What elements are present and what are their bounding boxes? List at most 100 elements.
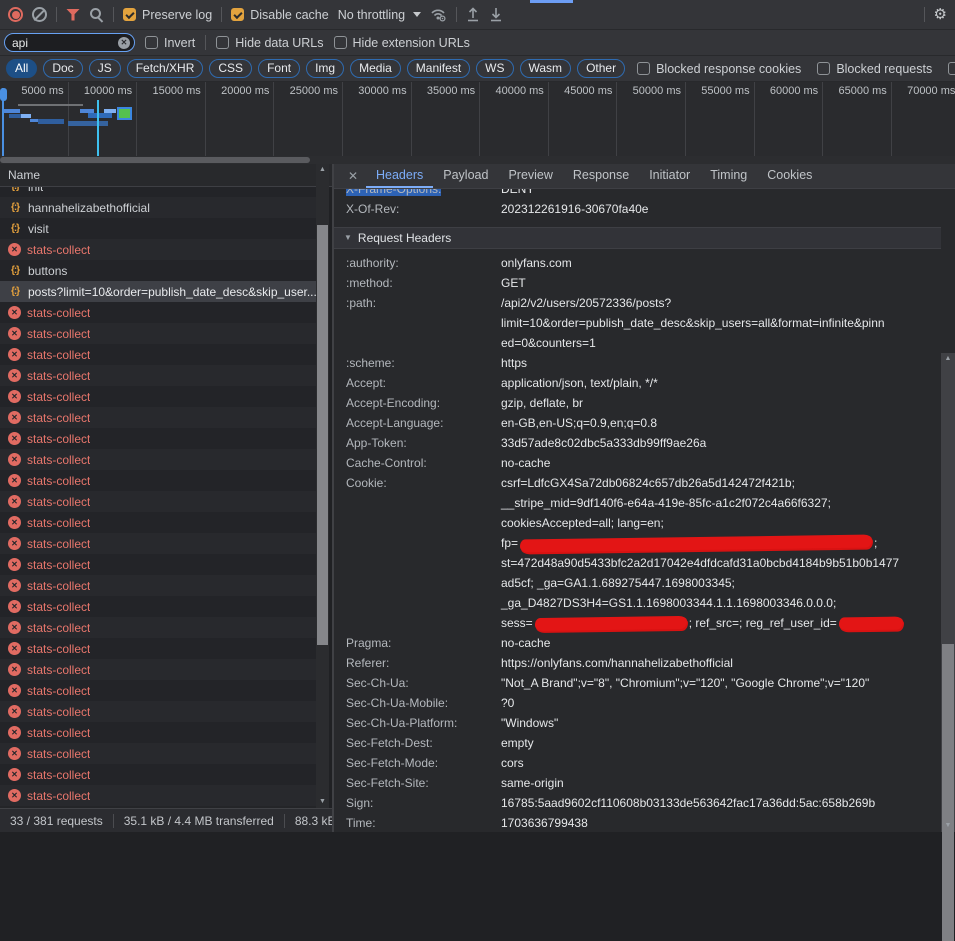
filter-pill-font[interactable]: Font — [258, 59, 300, 78]
request-row[interactable]: ✕stats-collect — [0, 659, 316, 680]
request-row[interactable]: ✕stats-collect — [0, 512, 316, 533]
search-icon[interactable] — [89, 7, 104, 22]
request-row[interactable]: ✕stats-collect — [0, 323, 316, 344]
header-row: Accept:application/json, text/plain, */* — [334, 373, 941, 393]
throttling-dropdown[interactable]: No throttling — [338, 8, 421, 22]
header-value-text: "Windows" — [501, 716, 558, 730]
filter-checkbox-blocked-response-cookies[interactable]: Blocked response cookies — [637, 62, 801, 76]
request-row[interactable]: ✕stats-collect — [0, 407, 316, 428]
filter-pill-manifest[interactable]: Manifest — [407, 59, 470, 78]
request-row[interactable]: {:}posts?limit=10&order=publish_date_des… — [0, 281, 316, 302]
tab-payload[interactable]: Payload — [433, 164, 498, 188]
request-row[interactable]: ✕stats-collect — [0, 785, 316, 806]
checkbox-label: Hide extension URLs — [353, 36, 470, 50]
filter-checkbox-invert[interactable]: Invert — [145, 36, 195, 50]
request-row[interactable]: ✕stats-collect — [0, 344, 316, 365]
filter-checkbox-3rd-party-requests[interactable]: 3rd-party requests — [948, 62, 955, 76]
request-row[interactable]: ✕stats-collect — [0, 680, 316, 701]
filter-checkbox-hide-extension-urls[interactable]: Hide extension URLs — [334, 36, 470, 50]
request-row[interactable]: ✕stats-collect — [0, 617, 316, 638]
details-scrollbar[interactable]: ▲ ▼ — [941, 353, 955, 832]
request-row[interactable]: ✕stats-collect — [0, 764, 316, 785]
preserve-log-checkbox[interactable]: Preserve log — [123, 8, 212, 22]
header-row: :method:GET — [334, 273, 941, 293]
request-row[interactable]: {:}init — [0, 187, 316, 197]
tab-initiator[interactable]: Initiator — [639, 164, 700, 188]
checkbox-box — [817, 62, 830, 75]
timeline-segment: 50000 ms — [617, 82, 686, 156]
timeline-segment: 65000 ms — [823, 82, 892, 156]
filter-pill-ws[interactable]: WS — [476, 59, 513, 78]
filter-pill-other[interactable]: Other — [577, 59, 625, 78]
waterfall-overview[interactable]: 5000 ms10000 ms15000 ms20000 ms25000 ms3… — [0, 82, 955, 156]
network-status-bar: 33 / 381 requests 35.1 kB / 4.4 MB trans… — [0, 808, 332, 832]
request-row[interactable]: ✕stats-collect — [0, 596, 316, 617]
filter-checkbox-blocked-requests[interactable]: Blocked requests — [817, 62, 932, 76]
filter-pill-js[interactable]: JS — [89, 59, 121, 78]
request-row[interactable]: ✕stats-collect — [0, 302, 316, 323]
request-row[interactable]: ✕stats-collect — [0, 239, 316, 260]
scroll-up-arrow[interactable]: ▲ — [316, 164, 329, 176]
tab-timing[interactable]: Timing — [700, 164, 757, 188]
request-row[interactable]: ✕stats-collect — [0, 365, 316, 386]
request-row[interactable]: ✕stats-collect — [0, 575, 316, 596]
filter-pill-doc[interactable]: Doc — [43, 59, 82, 78]
checkbox-box — [948, 62, 955, 75]
timeline-tick-label: 15000 ms — [152, 85, 200, 97]
filter-pill-fetch-xhr[interactable]: Fetch/XHR — [127, 59, 204, 78]
scroll-down-arrow[interactable]: ▼ — [316, 796, 329, 808]
request-name: stats-collect — [27, 600, 90, 614]
request-row[interactable]: ✕stats-collect — [0, 743, 316, 764]
waterfall-bar — [38, 119, 64, 124]
request-row[interactable]: ✕stats-collect — [0, 428, 316, 449]
scrollbar-thumb[interactable] — [317, 225, 328, 645]
scroll-up-arrow[interactable]: ▲ — [941, 353, 955, 365]
error-icon: ✕ — [8, 705, 21, 718]
scrollbar-thumb[interactable] — [0, 157, 310, 163]
request-row[interactable]: ✕stats-collect — [0, 722, 316, 743]
request-row[interactable]: ✕stats-collect — [0, 386, 316, 407]
filter-pill-img[interactable]: Img — [306, 59, 344, 78]
tab-cookies[interactable]: Cookies — [757, 164, 822, 188]
timeline-tick-label: 40000 ms — [495, 85, 543, 97]
request-headers-section-header[interactable]: ▼Request Headers — [334, 227, 941, 249]
request-row[interactable]: ✕stats-collect — [0, 491, 316, 512]
network-conditions-icon[interactable] — [430, 7, 447, 22]
close-icon[interactable]: ✕ — [340, 164, 366, 188]
scrollbar-thumb[interactable] — [942, 644, 954, 941]
name-column-header[interactable]: Name — [0, 164, 332, 187]
scroll-down-arrow[interactable]: ▼ — [941, 820, 955, 832]
filter-pill-all[interactable]: All — [6, 59, 37, 78]
import-har-icon[interactable] — [466, 7, 480, 22]
clear-button[interactable] — [32, 7, 47, 22]
request-row[interactable]: ✕stats-collect — [0, 554, 316, 575]
request-row[interactable]: ✕stats-collect — [0, 533, 316, 554]
request-list-scrollbar[interactable]: ▲ ▼ — [316, 164, 329, 808]
filter-pill-css[interactable]: CSS — [209, 59, 252, 78]
disable-cache-checkbox[interactable]: Disable cache — [231, 8, 329, 22]
request-row[interactable]: ✕stats-collect — [0, 470, 316, 491]
filter-pill-wasm[interactable]: Wasm — [520, 59, 572, 78]
header-value-line: "Windows" — [501, 713, 558, 733]
playhead-line — [97, 100, 99, 156]
active-tab-indicator — [530, 0, 573, 3]
request-row[interactable]: {:}buttons — [0, 260, 316, 281]
clear-filter-icon[interactable]: ✕ — [118, 37, 130, 49]
filter-input[interactable] — [4, 33, 135, 52]
timeline-tick-label: 45000 ms — [564, 85, 612, 97]
request-row[interactable]: ✕stats-collect — [0, 449, 316, 470]
tab-preview[interactable]: Preview — [498, 164, 562, 188]
filter-pill-media[interactable]: Media — [350, 59, 401, 78]
tab-response[interactable]: Response — [563, 164, 639, 188]
header-value-line: __stripe_mid=9df140f6-e64a-419e-85fc-a1c… — [501, 493, 905, 513]
settings-gear-icon[interactable]: ⚙ — [934, 7, 947, 22]
record-button[interactable] — [8, 7, 23, 22]
tab-headers[interactable]: Headers — [366, 164, 433, 188]
export-har-icon[interactable] — [489, 7, 503, 22]
request-row[interactable]: {:}hannahelizabethofficial — [0, 197, 316, 218]
request-row[interactable]: {:}visit — [0, 218, 316, 239]
request-row[interactable]: ✕stats-collect — [0, 701, 316, 722]
filter-checkbox-hide-data-urls[interactable]: Hide data URLs — [216, 36, 323, 50]
filter-icon[interactable] — [66, 9, 80, 21]
request-row[interactable]: ✕stats-collect — [0, 638, 316, 659]
